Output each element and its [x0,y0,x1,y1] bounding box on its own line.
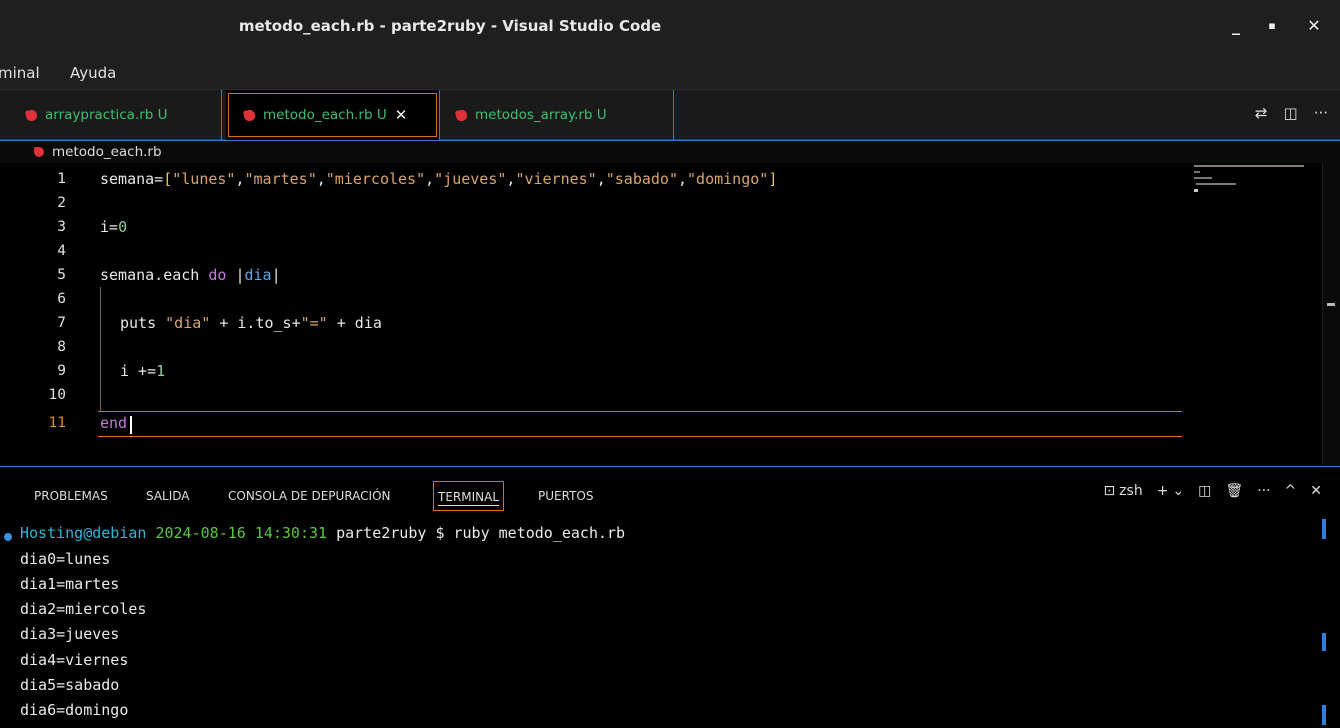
tab-ports[interactable]: PUERTOS [538,481,593,511]
split-terminal-icon[interactable]: ◫ [1198,483,1211,499]
scrollbar-thumb[interactable] [1327,303,1335,306]
indent-guide [100,287,101,411]
tab-metodo-each[interactable]: metodo_each.rb U ✕ [226,90,440,140]
menu-item-help[interactable]: Ayuda [70,64,116,82]
line-number: 6 [57,291,66,307]
editor-actions: ⇄ ◫ ··· [1255,104,1328,122]
ruby-icon [25,108,38,122]
code-line-9: i +=1 [120,362,166,380]
more-actions-icon[interactable]: ··· [1314,104,1328,122]
trash-icon[interactable]: 🗑 [1225,483,1243,499]
shell-name[interactable]: zsh [1119,483,1143,499]
terminal-output-line: dia5=sabado [20,676,120,694]
terminal-scroll-marker [1322,519,1326,539]
terminal-output-line: dia6=domingo [20,701,129,719]
maximize-button[interactable]: ▪ [1258,14,1286,38]
tab-debug-console[interactable]: CONSOLA DE DEPURACIÓN [228,481,391,511]
tab-metodos-array[interactable]: metodos_array.rb U [444,90,674,140]
terminal-output-line: dia2=miercoles [20,600,147,618]
code-line-1: semana=["lunes","martes","miercoles","ju… [100,170,778,188]
new-terminal-icon[interactable]: + [1157,483,1169,499]
ruby-icon [34,147,44,157]
line-number: 3 [57,219,66,235]
terminal-scroll-marker [1322,705,1326,725]
tab-terminal[interactable]: TERMINAL [433,481,505,511]
menu-bar: minal Ayuda [0,56,1340,90]
terminal-output-line: dia1=martes [20,575,120,593]
command-decoration-icon[interactable] [4,533,12,541]
terminal-prompt-line: Hosting@debian 2024-08-16 14:30:31 parte… [20,524,626,542]
chevron-down-icon[interactable]: ⌄ [1172,483,1184,499]
menu-item-terminal[interactable]: minal [0,64,40,82]
tab-label: metodos_array.rb U [475,107,607,123]
line-number: 5 [57,267,66,283]
terminal-icon[interactable]: ⊡ [1103,483,1115,499]
editor-tab-bar: arraypractica.rb U metodo_each.rb U ✕ me… [0,90,1340,140]
close-window-button[interactable]: ✕ [1300,14,1328,38]
line-number: 8 [57,339,66,355]
terminal-output-line: dia4=viernes [20,651,129,669]
compare-changes-icon[interactable]: ⇄ [1255,104,1268,122]
line-number: 9 [57,363,66,379]
code-line-7: puts "dia" + i.to_s+"=" + dia [120,314,382,332]
tab-problems[interactable]: PROBLEMAS [34,481,108,511]
line-number: 7 [57,315,66,331]
text-cursor [130,416,132,434]
tab-output[interactable]: SALIDA [146,481,190,511]
more-actions-icon[interactable]: ··· [1257,483,1270,499]
line-number: 10 [48,387,66,403]
tab-arraypractica[interactable]: arraypractica.rb U [14,90,222,140]
terminal-output-line: dia3=jueves [20,625,120,643]
window-title: metodo_each.rb - parte2ruby - Visual Stu… [238,17,662,35]
ruby-icon [455,108,468,122]
split-editor-icon[interactable]: ◫ [1284,104,1298,122]
current-line-highlight [98,411,1182,437]
bottom-panel: PROBLEMAS SALIDA CONSOLA DE DEPURACIÓN T… [0,466,1340,728]
code-line-11: end [100,414,128,432]
line-number: 1 [57,171,66,187]
maximize-panel-icon[interactable]: ^ [1285,483,1297,499]
terminal-scroll-marker [1322,633,1326,651]
code-editor[interactable]: 1 2 3 4 5 6 7 8 9 10 11 semana=["lunes",… [0,163,1340,465]
terminal-output-line: dia0=lunes [20,550,111,568]
line-number-current: 11 [48,415,66,431]
breadcrumb-file[interactable]: metodo_each.rb [52,144,162,160]
minimize-button[interactable]: _ [1222,14,1250,38]
minimap[interactable] [1192,163,1322,465]
panel-actions: ⊡ zsh + ⌄ ◫ 🗑 ··· ^ ✕ [1103,483,1322,499]
breadcrumb[interactable]: metodo_each.rb [0,140,1340,163]
line-number: 2 [57,195,66,211]
code-line-5: semana.each do |dia| [100,266,281,284]
code-line-3: i=0 [100,218,128,236]
tab-label: arraypractica.rb U [45,107,168,123]
editor-scrollbar[interactable] [1322,163,1340,465]
line-number: 4 [57,243,66,259]
title-bar: metodo_each.rb - parte2ruby - Visual Stu… [0,0,1340,56]
close-panel-icon[interactable]: ✕ [1310,483,1322,499]
